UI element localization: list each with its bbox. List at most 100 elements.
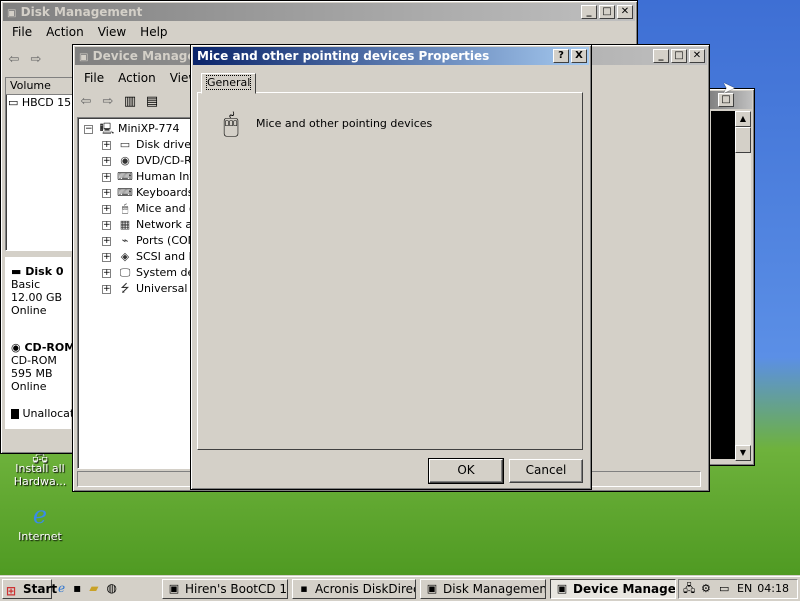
tree-item-disk-drives[interactable]: + ▭ Disk drives bbox=[102, 137, 197, 153]
desktop: 🖧 Install all Hardwa... ℯ Internet ▣ Dis… bbox=[0, 0, 800, 576]
device-name-label: Mice and other pointing devices bbox=[256, 117, 433, 130]
properties-icon[interactable]: ▤ bbox=[143, 93, 161, 111]
start-label: Start bbox=[23, 582, 58, 596]
maximize-button[interactable]: □ bbox=[599, 5, 615, 19]
windows-logo-icon: ⊞ bbox=[6, 584, 17, 598]
disk-size: 12.00 GB bbox=[11, 291, 63, 304]
hirens-app-icon: ▣ bbox=[168, 582, 180, 595]
scroll-thumb[interactable] bbox=[735, 127, 751, 153]
desktop-icon-label: Internet bbox=[18, 530, 62, 543]
disk-map: ▬ Disk 0 Basic 12.00 GB Online ◉ CD-ROM … bbox=[5, 257, 88, 429]
menu-file[interactable]: File bbox=[77, 69, 111, 87]
cancel-button[interactable]: Cancel bbox=[509, 459, 583, 483]
expand-icon[interactable]: + bbox=[102, 204, 111, 214]
properties-dialog[interactable]: Mice and other pointing devices Properti… bbox=[190, 44, 592, 490]
app-icon: ▣ bbox=[7, 8, 17, 19]
port-icon: ⌁ bbox=[121, 234, 129, 247]
scroll-up-button[interactable]: ▲ bbox=[735, 111, 751, 127]
task-acronis[interactable]: ▪Acronis DiskDirector bbox=[292, 579, 416, 599]
scroll-down-button[interactable]: ▼ bbox=[735, 445, 751, 461]
quick-launch: ℯ ▪ ▰ ◍ bbox=[58, 581, 154, 597]
expand-icon[interactable]: + bbox=[102, 140, 111, 150]
dialog-titlebar[interactable]: Mice and other pointing devices Properti… bbox=[193, 47, 589, 65]
mouse-icon: 🖱 bbox=[121, 202, 129, 215]
dvd-drive-icon: ◉ bbox=[120, 154, 130, 167]
forward-arrow-icon[interactable]: ⇨ bbox=[99, 93, 117, 111]
language-indicator[interactable]: EN bbox=[737, 580, 752, 598]
taskbar: ⊞ Start ℯ ▪ ▰ ◍ ▣Hiren's BootCD 15... ▪A… bbox=[0, 576, 800, 601]
tree-item-keyboards[interactable]: + ⌨ Keyboards bbox=[102, 185, 193, 201]
disk-management-titlebar[interactable]: ▣ Disk Management bbox=[3, 3, 635, 21]
console-scrollbar[interactable]: ▲ ▼ bbox=[735, 111, 751, 461]
start-button[interactable]: ⊞ Start bbox=[2, 579, 57, 599]
menu-help[interactable]: Help bbox=[133, 23, 174, 41]
command-prompt-icon[interactable]: ▪ bbox=[73, 581, 81, 597]
expand-icon[interactable]: + bbox=[102, 236, 111, 246]
menu-action[interactable]: Action bbox=[111, 69, 163, 87]
console-window[interactable]: □ ▲ ▼ bbox=[706, 88, 755, 466]
usb-icon: ⭍ bbox=[120, 282, 130, 295]
legend-swatch bbox=[11, 409, 19, 419]
device-manager-icon: ▣ bbox=[556, 582, 568, 595]
disk-0-block[interactable]: ▬ Disk 0 Basic 12.00 GB Online bbox=[11, 265, 64, 317]
volume-row[interactable]: ▭ HBCD 15 bbox=[6, 95, 72, 111]
expand-icon[interactable]: + bbox=[102, 220, 111, 230]
close-button[interactable]: ✕ bbox=[689, 49, 705, 63]
expand-icon[interactable]: + bbox=[102, 156, 111, 166]
close-button[interactable]: ✕ bbox=[617, 5, 633, 19]
expand-icon[interactable]: + bbox=[102, 188, 111, 198]
menu-file[interactable]: File bbox=[5, 23, 39, 41]
disk-name: Disk 0 bbox=[25, 265, 64, 278]
collapse-icon[interactable]: − bbox=[84, 124, 93, 134]
mouse-icon: 🖱 bbox=[223, 109, 239, 139]
back-arrow-icon[interactable]: ⇦ bbox=[5, 51, 23, 69]
expand-icon[interactable]: + bbox=[102, 252, 111, 262]
disk-status: Online bbox=[11, 304, 47, 317]
expand-icon[interactable]: + bbox=[102, 172, 111, 182]
ok-button[interactable]: OK bbox=[428, 458, 504, 484]
tab-panel: 🖱 Mice and other pointing devices bbox=[197, 92, 583, 450]
keyboard-icon: ⌨ bbox=[117, 186, 133, 199]
internet-explorer-icon[interactable]: ℯ bbox=[58, 581, 65, 597]
disk-icon: ▬ bbox=[11, 265, 22, 278]
drive-icon[interactable]: ◍ bbox=[106, 581, 116, 597]
desktop-icon-internet[interactable]: ℯ Internet bbox=[10, 500, 70, 543]
computer-icon: 🖳 bbox=[99, 122, 115, 135]
menu-action[interactable]: Action bbox=[39, 23, 91, 41]
close-button[interactable]: X bbox=[571, 49, 587, 63]
desktop-icon-label: Install all bbox=[15, 462, 65, 475]
minimize-button[interactable]: _ bbox=[653, 49, 669, 63]
minimize-button[interactable]: _ bbox=[581, 5, 597, 19]
forward-arrow-icon[interactable]: ⇨ bbox=[27, 51, 45, 69]
internet-explorer-icon: ℯ bbox=[32, 501, 48, 529]
task-device-manager[interactable]: ▣ Device Manager bbox=[550, 579, 676, 599]
safely-remove-icon[interactable]: ⚙ bbox=[701, 580, 711, 598]
task-hirens-bootcd[interactable]: ▣Hiren's BootCD 15... bbox=[162, 579, 288, 599]
column-header-volume[interactable]: Volume bbox=[6, 78, 72, 95]
show-hide-tree-icon[interactable]: ▥ bbox=[121, 93, 139, 111]
tree-label: Disk drives bbox=[136, 138, 197, 151]
volume-name: HBCD 15 bbox=[21, 96, 72, 109]
tab-general[interactable]: General bbox=[201, 73, 257, 94]
network-icon[interactable]: 🖧 bbox=[683, 580, 695, 598]
mouse-cursor-icon: ➤ bbox=[722, 78, 736, 97]
menu-view[interactable]: View bbox=[91, 23, 133, 41]
system-device-icon: 🖵 bbox=[119, 266, 131, 279]
back-arrow-icon[interactable]: ⇦ bbox=[77, 93, 95, 111]
device-tree[interactable]: − 🖳 MiniXP-774 + ▭ Disk drives + ◉ DVD/CD-ROM … bbox=[77, 117, 312, 469]
clock[interactable]: 04:18 bbox=[757, 580, 789, 598]
maximize-button[interactable]: □ bbox=[671, 49, 687, 63]
task-disk-management[interactable]: ▣ Disk Management bbox=[420, 579, 546, 599]
folder-icon[interactable]: ▰ bbox=[89, 581, 98, 597]
drive-icon[interactable]: ▭ bbox=[719, 580, 729, 598]
expand-icon[interactable]: + bbox=[102, 268, 111, 278]
help-button[interactable]: ? bbox=[553, 49, 569, 63]
window-controls: _ □ ✕ bbox=[653, 49, 705, 63]
disk-management-icon: ▣ bbox=[426, 582, 438, 595]
tab-label: General bbox=[205, 75, 252, 90]
volume-list[interactable]: Volume ▭ HBCD 15 bbox=[5, 77, 73, 251]
system-tray: 🖧 ⚙ ▭ EN 04:18 bbox=[678, 579, 798, 599]
tree-label: Keyboards bbox=[136, 186, 194, 199]
tree-root[interactable]: − 🖳 MiniXP-774 bbox=[84, 121, 179, 137]
expand-icon[interactable]: + bbox=[102, 284, 111, 294]
